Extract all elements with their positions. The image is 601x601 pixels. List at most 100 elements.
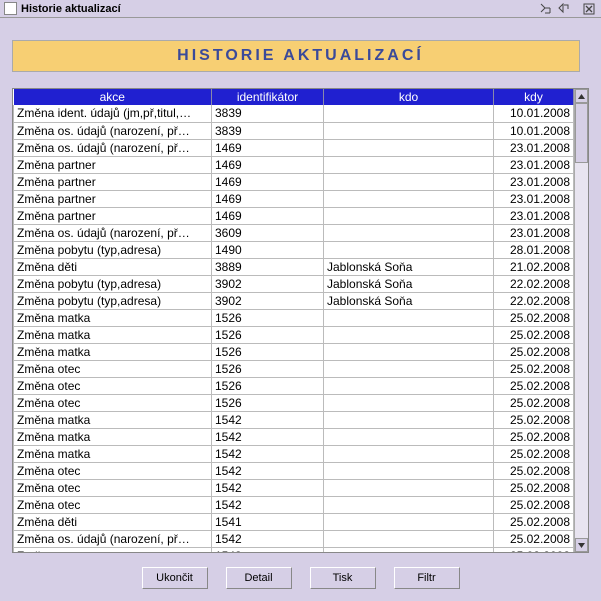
table-row[interactable]: Změna otec152625.02.2008 bbox=[14, 360, 574, 377]
cell-akce: Změna pobytu (typ,adresa) bbox=[14, 275, 212, 292]
close-icon bbox=[583, 3, 595, 15]
cell-akce: Změna partner bbox=[14, 207, 212, 224]
cell-kdo bbox=[324, 360, 494, 377]
cell-kdo bbox=[324, 496, 494, 513]
cell-akce: Změna děti bbox=[14, 258, 212, 275]
col-header-kdo[interactable]: kdo bbox=[324, 89, 494, 105]
table-row[interactable]: Změna partner146923.01.2008 bbox=[14, 190, 574, 207]
cell-identifikator: 1541 bbox=[212, 513, 324, 530]
cell-identifikator: 3889 bbox=[212, 258, 324, 275]
table-row[interactable]: Změna partner154325.02.2008 bbox=[14, 547, 574, 552]
scroll-track[interactable] bbox=[575, 103, 588, 538]
cell-kdo bbox=[324, 343, 494, 360]
cell-akce: Změna matka bbox=[14, 445, 212, 462]
history-table-container: akce identifikátor kdo kdy Změna ident. … bbox=[12, 88, 589, 553]
cell-kdo bbox=[324, 445, 494, 462]
table-row[interactable]: Změna pobytu (typ,adresa)3902Jablonská S… bbox=[14, 275, 574, 292]
table-row[interactable]: Změna partner146923.01.2008 bbox=[14, 156, 574, 173]
minimize-button[interactable] bbox=[537, 2, 553, 16]
table-row[interactable]: Změna matka154225.02.2008 bbox=[14, 445, 574, 462]
filtr-button[interactable]: Filtr bbox=[394, 567, 460, 589]
cell-kdy: 25.02.2008 bbox=[494, 360, 574, 377]
close-button[interactable] bbox=[581, 2, 597, 16]
scroll-down-button[interactable] bbox=[575, 538, 588, 552]
cell-identifikator: 1526 bbox=[212, 343, 324, 360]
cell-akce: Změna matka bbox=[14, 343, 212, 360]
cell-kdy: 25.02.2008 bbox=[494, 309, 574, 326]
cell-identifikator: 1469 bbox=[212, 207, 324, 224]
cell-akce: Změna os. údajů (narození, př… bbox=[14, 122, 212, 139]
cell-akce: Změna os. údajů (narození, př… bbox=[14, 224, 212, 241]
table-row[interactable]: Změna otec152625.02.2008 bbox=[14, 394, 574, 411]
cell-kdy: 21.02.2008 bbox=[494, 258, 574, 275]
table-row[interactable]: Změna pobytu (typ,adresa)3902Jablonská S… bbox=[14, 292, 574, 309]
table-row[interactable]: Změna matka152625.02.2008 bbox=[14, 309, 574, 326]
table-row[interactable]: Změna partner146923.01.2008 bbox=[14, 173, 574, 190]
table-row[interactable]: Změna os. údajů (narození, př…383910.01.… bbox=[14, 122, 574, 139]
cell-identifikator: 1490 bbox=[212, 241, 324, 258]
table-row[interactable]: Změna partner1469 23.01.2008 bbox=[14, 207, 574, 224]
table-row[interactable]: Změna děti154125.02.2008 bbox=[14, 513, 574, 530]
cell-identifikator: 1469 bbox=[212, 156, 324, 173]
cell-identifikator: 1526 bbox=[212, 394, 324, 411]
cell-identifikator: 1542 bbox=[212, 462, 324, 479]
table-row[interactable]: Změna děti3889Jablonská Soňa21.02.2008 bbox=[14, 258, 574, 275]
minimize-icon bbox=[540, 3, 551, 14]
table-row[interactable]: Změna ident. údajů (jm,př,titul,…383910.… bbox=[14, 105, 574, 122]
tisk-button[interactable]: Tisk bbox=[310, 567, 376, 589]
cell-kdy: 22.02.2008 bbox=[494, 275, 574, 292]
table-row[interactable]: Změna os. údajů (narození, př…154225.02.… bbox=[14, 530, 574, 547]
vertical-scrollbar[interactable] bbox=[574, 89, 588, 552]
table-row[interactable]: Změna os. údajů (narození, př…146923.01.… bbox=[14, 139, 574, 156]
cell-kdy: 23.01.2008 bbox=[494, 173, 574, 190]
detail-button[interactable]: Detail bbox=[226, 567, 292, 589]
cell-kdo bbox=[324, 530, 494, 547]
cell-identifikator: 1469 bbox=[212, 139, 324, 156]
table-row[interactable]: Změna otec154225.02.2008 bbox=[14, 462, 574, 479]
cell-kdy: 23.01.2008 bbox=[494, 207, 574, 224]
ukoncit-button[interactable]: Ukončit bbox=[142, 567, 208, 589]
table-row[interactable]: Změna otec152625.02.2008 bbox=[14, 377, 574, 394]
titlebar: Historie aktualizací bbox=[0, 0, 601, 18]
table-row[interactable]: Změna matka154225.02.2008 bbox=[14, 428, 574, 445]
cell-identifikator: 1526 bbox=[212, 360, 324, 377]
scroll-up-button[interactable] bbox=[575, 89, 588, 103]
cell-identifikator: 3609 bbox=[212, 224, 324, 241]
cell-kdo bbox=[324, 428, 494, 445]
cell-kdy: 23.01.2008 bbox=[494, 139, 574, 156]
cell-kdy: 25.02.2008 bbox=[494, 377, 574, 394]
cell-identifikator: 3839 bbox=[212, 122, 324, 139]
table-row[interactable]: Změna otec154225.02.2008 bbox=[14, 496, 574, 513]
cell-akce: Změna otec bbox=[14, 377, 212, 394]
cell-kdo bbox=[324, 241, 494, 258]
col-header-akce[interactable]: akce bbox=[14, 89, 212, 105]
table-row[interactable]: Změna matka152625.02.2008 bbox=[14, 343, 574, 360]
table-row[interactable]: Změna os. údajů (narození, př…360923.01.… bbox=[14, 224, 574, 241]
cell-kdo bbox=[324, 411, 494, 428]
col-header-kdy[interactable]: kdy bbox=[494, 89, 574, 105]
cell-akce: Změna matka bbox=[14, 411, 212, 428]
cell-kdy: 25.02.2008 bbox=[494, 445, 574, 462]
cell-kdo bbox=[324, 309, 494, 326]
table-row[interactable]: Změna pobytu (typ,adresa)149028.01.2008 bbox=[14, 241, 574, 258]
cell-kdy: 23.01.2008 bbox=[494, 190, 574, 207]
cell-identifikator: 3902 bbox=[212, 292, 324, 309]
table-row[interactable]: Změna matka154225.02.2008 bbox=[14, 411, 574, 428]
cell-kdy: 25.02.2008 bbox=[494, 411, 574, 428]
cell-identifikator: 3839 bbox=[212, 105, 324, 122]
col-header-identifikator[interactable]: identifikátor bbox=[212, 89, 324, 105]
cell-kdo bbox=[324, 173, 494, 190]
cell-kdy: 25.02.2008 bbox=[494, 547, 574, 552]
cell-kdo bbox=[324, 105, 494, 122]
table-row[interactable]: Změna matka152625.02.2008 bbox=[14, 326, 574, 343]
cell-identifikator: 1469 bbox=[212, 173, 324, 190]
maximize-button[interactable] bbox=[555, 2, 571, 16]
cell-kdo bbox=[324, 156, 494, 173]
cell-akce: Změna otec bbox=[14, 462, 212, 479]
cell-akce: Změna pobytu (typ,adresa) bbox=[14, 292, 212, 309]
table-row[interactable]: Změna otec154225.02.2008 bbox=[14, 479, 574, 496]
page-title-banner: HISTORIE AKTUALIZACÍ bbox=[12, 40, 589, 72]
cell-kdy: 25.02.2008 bbox=[494, 496, 574, 513]
cell-kdo bbox=[324, 326, 494, 343]
scroll-thumb[interactable] bbox=[575, 103, 588, 163]
